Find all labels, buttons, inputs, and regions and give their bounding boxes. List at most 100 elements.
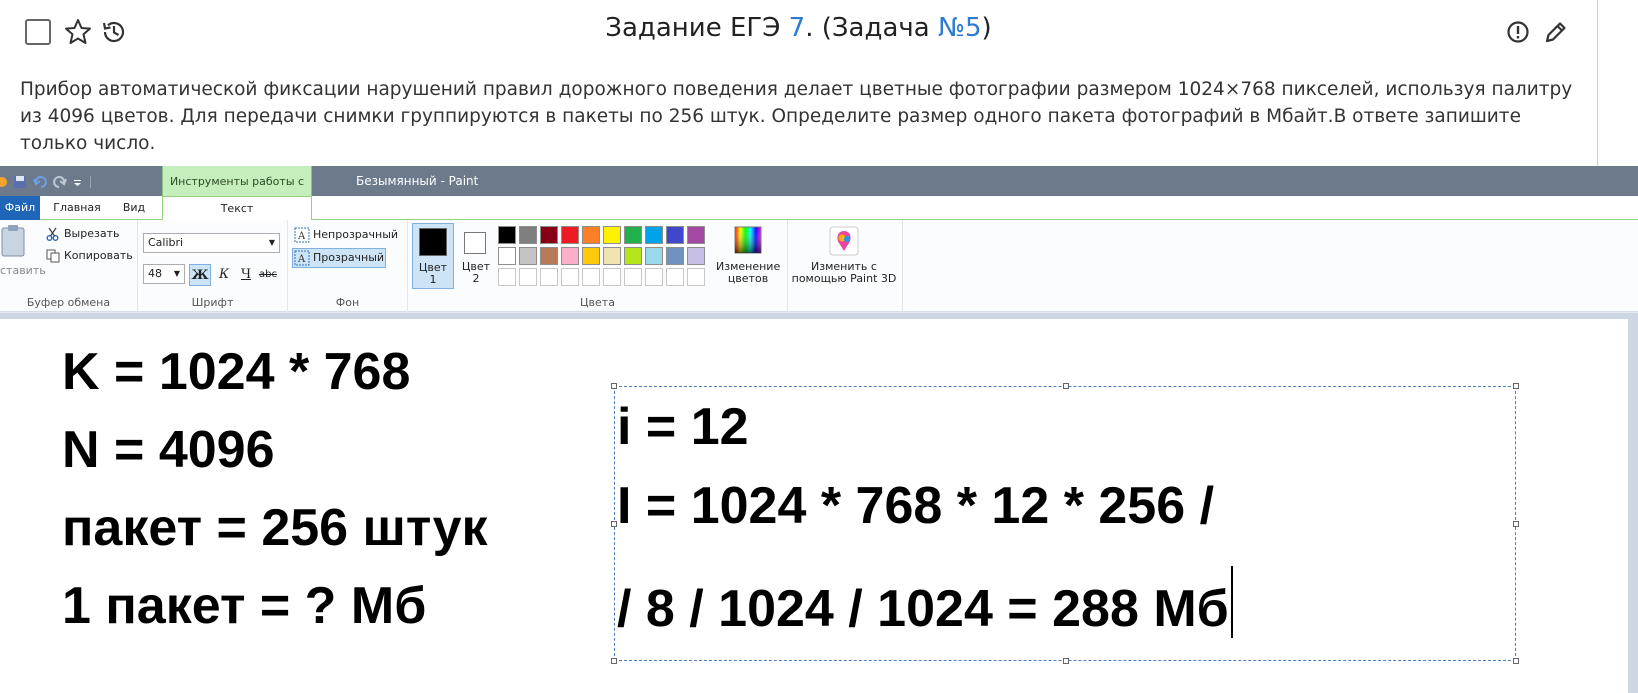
task-description: Прибор автоматической фиксации нарушений… [20,79,1573,154]
svg-text:A: A [297,254,306,265]
paint3d-icon [829,226,859,256]
title-suffix: ) [981,13,992,43]
paint3d-line2: помощью Paint 3D [791,272,897,285]
resize-handle[interactable] [1063,658,1069,664]
canvas-area[interactable]: K = 1024 * 768 N = 4096 пакет = 256 штук… [0,313,1638,693]
custom-color-slot[interactable] [603,268,621,286]
edit-icon[interactable] [1541,17,1571,47]
resize-handle[interactable] [611,658,617,664]
font-size-select[interactable]: 48 ▼ [143,264,185,284]
palette-swatch[interactable] [561,247,579,265]
strikethrough-button[interactable]: abc [257,264,279,286]
palette-swatch[interactable] [666,247,684,265]
palette-swatch[interactable] [519,247,537,265]
color2-label: Цвет 2 [458,261,494,285]
color2-swatch [464,232,486,254]
text-caret [1230,566,1233,638]
color1-swatch [419,228,447,256]
edit-colors-button[interactable]: Изменение цветов [716,224,780,290]
custom-color-slot[interactable] [582,268,600,286]
tab-view[interactable]: Вид [114,196,154,220]
underline-button[interactable]: Ч [235,264,257,286]
copy-label: Копировать [64,249,133,262]
left-line-1: K = 1024 * 768 [62,343,411,401]
paint3d-label: Изменить с помощью Paint 3D [790,261,898,285]
resize-handle[interactable] [1513,521,1519,527]
paste-button[interactable]: ставить [0,224,46,284]
palette-swatch[interactable] [666,226,684,244]
tab-text[interactable]: Текст [162,196,312,221]
palette-swatch[interactable] [603,226,621,244]
resize-handle[interactable] [1513,658,1519,664]
palette-swatch[interactable] [561,226,579,244]
palette-swatch[interactable] [624,247,642,265]
cut-button[interactable]: Вырезать [46,226,132,244]
color-spectrum-icon [734,226,762,254]
tab-file[interactable]: Файл [0,196,40,220]
font-size-value: 48 [148,267,162,280]
edit-with-paint3d-button[interactable]: Изменить с помощью Paint 3D [790,224,898,290]
undo-icon[interactable] [32,174,48,190]
palette-swatch[interactable] [624,226,642,244]
task-number-link[interactable]: 7 [789,13,806,43]
palette-swatch[interactable] [687,226,705,244]
resize-handle[interactable] [1063,383,1069,389]
color2-button[interactable]: Цвет 2 [458,223,494,289]
problem-number-link[interactable]: №5 [938,13,982,43]
paste-icon [1,225,25,257]
custom-color-slot[interactable] [561,268,579,286]
scissors-icon [46,227,59,241]
italic-button[interactable]: К [213,264,235,286]
ribbon: ставить Вырезать Копировать Буфер обмена… [0,220,1638,312]
palette-swatch[interactable] [687,247,705,265]
drawing-canvas[interactable]: K = 1024 * 768 N = 4096 пакет = 256 штук… [0,319,1628,693]
right-line-2: I = 1024 * 768 * 12 * 256 / [617,477,1215,535]
bold-button[interactable]: Ж [189,264,211,286]
custom-color-slot[interactable] [645,268,663,286]
resize-handle[interactable] [1513,383,1519,389]
palette-swatch[interactable] [540,247,558,265]
palette-swatch[interactable] [645,247,663,265]
custom-color-slot[interactable] [624,268,642,286]
opaque-label: Непрозрачный [313,228,399,241]
resize-handle[interactable] [611,383,617,389]
chevron-down-icon: ▼ [173,269,180,278]
custom-color-slot[interactable] [666,268,684,286]
palette-swatch[interactable] [582,226,600,244]
palette-swatch[interactable] [519,226,537,244]
custom-color-slot[interactable] [540,268,558,286]
custom-color-slot[interactable] [519,268,537,286]
copy-button[interactable]: Копировать [46,248,133,266]
qat-separator [90,176,91,188]
palette-swatch[interactable] [540,226,558,244]
font-family-value: Calibri [148,236,184,249]
paint3d-group: Изменить с помощью Paint 3D [788,220,903,312]
tab-home[interactable]: Главная [52,196,102,220]
palette-swatch[interactable] [645,226,663,244]
palette-swatch[interactable] [582,247,600,265]
palette-swatch[interactable] [498,247,516,265]
opaque-option[interactable]: A Непрозрачный [292,226,402,246]
redo-icon[interactable] [52,174,68,190]
transparent-option[interactable]: A Прозрачный [292,248,386,268]
left-line-4: 1 пакет = ? Мб [62,577,427,635]
custom-color-slot[interactable] [498,268,516,286]
text-box[interactable]: i = 12 I = 1024 * 768 * 12 * 256 / / 8 /… [611,383,1519,664]
edit-colors-label: Изменение цветов [716,261,780,285]
palette-swatch[interactable] [603,247,621,265]
svg-text:A: A [297,231,306,242]
transparent-icon: A [294,250,310,266]
color1-label-num: 1 [429,273,437,286]
save-icon[interactable] [12,174,28,190]
opaque-icon: A [294,227,310,243]
left-line-2: N = 4096 [62,421,275,479]
palette-swatch[interactable] [498,226,516,244]
right-line-1: i = 12 [617,398,749,456]
font-family-select[interactable]: Calibri ▼ [143,233,280,253]
font-group-label: Шрифт [191,296,234,309]
color1-button[interactable]: Цвет 1 [412,223,454,289]
report-icon[interactable] [1503,17,1533,47]
customize-qat-icon[interactable] [72,174,84,190]
custom-color-slot[interactable] [687,268,705,286]
right-line-3-wrap: / 8 / 1024 / 1024 = 288 Мб [617,554,1233,639]
